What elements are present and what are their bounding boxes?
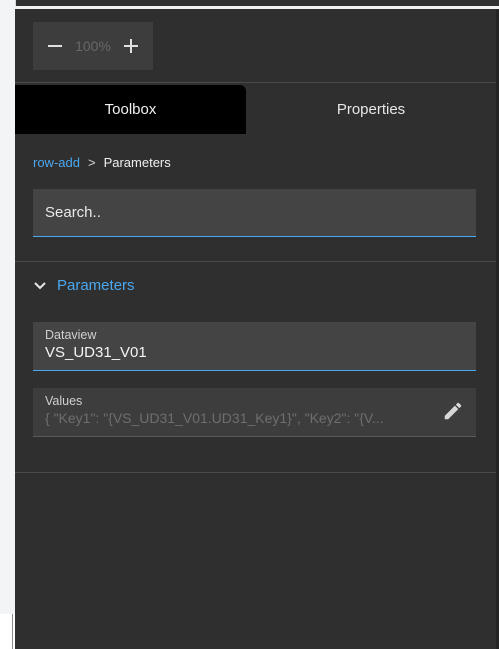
- breadcrumb-separator: >: [87, 155, 96, 170]
- canvas-edge: [0, 0, 16, 614]
- dataview-value: VS_UD31_V01: [45, 344, 147, 361]
- divider: [15, 261, 496, 262]
- zoom-in-button[interactable]: [115, 30, 147, 62]
- plus-icon: [124, 39, 138, 53]
- chevron-down-icon: [34, 281, 46, 289]
- values-label: Values: [45, 394, 83, 408]
- zoom-level: 100%: [75, 38, 111, 54]
- search-input[interactable]: Search..: [33, 189, 476, 237]
- zoom-control: 100%: [33, 22, 153, 70]
- breadcrumb: row-add > Parameters: [33, 155, 171, 170]
- tab-toolbox[interactable]: Toolbox: [15, 85, 246, 134]
- tab-properties[interactable]: Properties: [246, 85, 496, 134]
- pencil-icon[interactable]: [442, 400, 464, 422]
- side-panel: 100% Toolbox Properties row-add > Parame…: [15, 9, 496, 649]
- divider: [15, 472, 496, 473]
- section-title: Parameters: [57, 277, 135, 294]
- divider: [15, 82, 496, 83]
- breadcrumb-link-row-add[interactable]: row-add: [33, 155, 80, 170]
- values-field[interactable]: Values { "Key1": "{VS_UD31_V01.UD31_Key1…: [33, 388, 476, 437]
- panel-tabs: Toolbox Properties: [15, 85, 496, 134]
- dataview-field[interactable]: Dataview VS_UD31_V01: [33, 322, 476, 371]
- values-value: { "Key1": "{VS_UD31_V01.UD31_Key1}", "Ke…: [45, 410, 384, 426]
- breadcrumb-current: Parameters: [103, 155, 171, 170]
- parameters-section-toggle[interactable]: Parameters: [33, 277, 135, 294]
- zoom-out-button[interactable]: [39, 30, 71, 62]
- dataview-label: Dataview: [45, 328, 97, 342]
- canvas-edge-line: [12, 614, 13, 649]
- minus-icon: [48, 45, 62, 47]
